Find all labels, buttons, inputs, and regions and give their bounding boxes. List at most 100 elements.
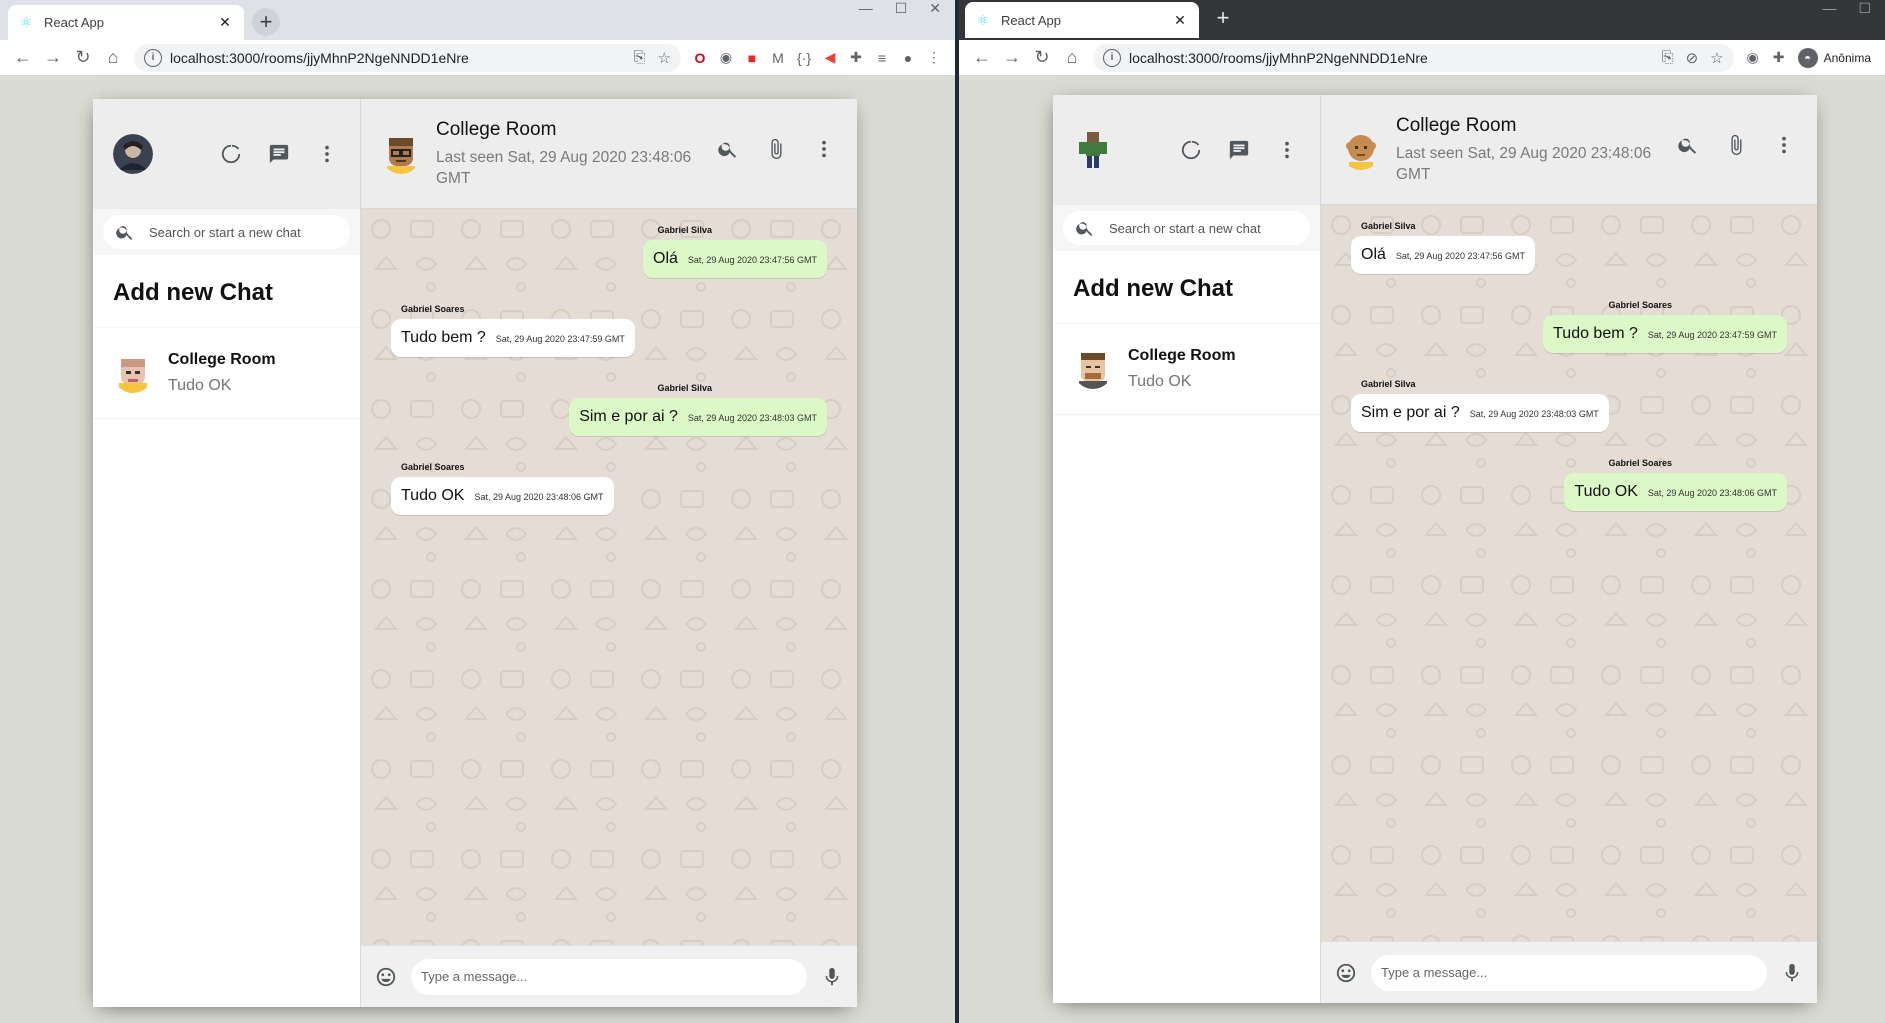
reload-icon[interactable]: ↻ [68,43,98,73]
address-bar[interactable]: i localhost:3000/rooms/jjyMhnP2NgeNNDD1e… [1093,43,1734,72]
message-bubble[interactable]: Sim e por ai ? Sat, 29 Aug 2020 23:48:03 … [1351,394,1609,432]
bookmark-star-icon[interactable]: ☆ [658,49,671,67]
sidebar-chat-college-room[interactable]: College Room Tudo OK [93,328,360,419]
close-tab-icon[interactable]: ✕ [1171,12,1189,29]
add-new-chat-button[interactable]: Add new Chat [1053,251,1320,324]
message-bubble[interactable]: Tudo bem ? Sat, 29 Aug 2020 23:47:59 GMT [1543,315,1787,353]
message-text: Sim e por ai ? [1361,404,1460,421]
chat-title: College Room [1396,114,1517,136]
microphone-icon[interactable] [821,966,843,988]
more-vert-icon[interactable] [1274,137,1300,163]
extensions-puzzle-icon[interactable]: ✚ [843,45,869,71]
user-avatar[interactable] [113,134,153,174]
room-avatar[interactable] [381,133,421,174]
search-box [103,215,350,249]
sidebar: Add new Chat College Room Tudo OK [1053,95,1321,1003]
more-vert-icon[interactable] [314,141,340,167]
tracking-blocked-eye-icon[interactable]: ⊘ [1686,49,1699,67]
whatsapp-app: Add new Chat College Room Tudo OK Colleg… [93,99,857,1007]
status-icon[interactable] [1178,137,1204,163]
attach-file-icon[interactable] [763,136,789,162]
browser-toolbar: ← → ↻ ⌂ i localhost:3000/rooms/jjyMhnP2N… [0,40,955,76]
sidebar-chat-college-room[interactable]: College Room Tudo OK [1053,324,1320,415]
sidebar-header [93,99,360,209]
status-icon[interactable] [218,141,244,167]
extension-icon[interactable]: ◉ [1740,45,1766,71]
new-tab-button[interactable]: + [252,8,280,36]
microphone-icon[interactable] [1781,962,1803,984]
forward-icon[interactable]: → [38,43,68,73]
browser-tab[interactable]: ⚛ React App ✕ [965,2,1199,38]
message-input[interactable] [411,958,807,995]
message-text: Tudo bem ? [401,329,486,346]
close-window-icon[interactable]: ✕ [929,0,941,20]
opera-extension-icon[interactable]: O [687,45,713,71]
message-author: Gabriel Soares [401,304,465,314]
bookmark-star-icon[interactable]: ☆ [1710,49,1723,67]
more-vert-icon[interactable] [1771,132,1797,158]
translate-icon[interactable]: ⎘ [1662,49,1674,66]
home-icon[interactable]: ⌂ [98,43,128,73]
site-info-icon[interactable]: i [144,48,162,67]
extension-icon[interactable]: {·} [791,45,817,71]
translate-icon[interactable]: ⎘ [634,49,646,66]
message-author: Gabriel Soares [1608,458,1672,468]
incognito-profile-chip[interactable]: ◓ Anônima [1792,47,1877,68]
reload-icon[interactable]: ↻ [1027,43,1057,73]
message-bubble[interactable]: Olá Sat, 29 Aug 2020 23:47:56 GMT [1351,236,1535,274]
message-text: Tudo bem ? [1553,325,1638,342]
chat-title: College Room [436,118,557,140]
profile-avatar-icon[interactable]: ● [895,45,921,71]
address-bar[interactable]: i localhost:3000/rooms/jjyMhnP2NgeNNDD1e… [134,43,681,72]
media-queue-icon[interactable]: ≡ [869,45,895,71]
browser-menu-icon[interactable]: ⋮ [921,45,947,71]
room-avatar[interactable] [1341,129,1381,170]
extension-icon[interactable]: ◉ [713,45,739,71]
message-text: Olá [653,250,678,267]
search-icon[interactable] [1675,132,1701,158]
last-seen-text: Last seen Sat, 29 Aug 2020 23:48:06 GMT [436,148,692,187]
chat-icon[interactable] [1226,137,1252,163]
maximize-icon[interactable]: ☐ [1858,0,1871,20]
search-icon[interactable] [715,136,741,162]
message-bubble[interactable]: Olá Sat, 29 Aug 2020 23:47:56 GMT [643,240,827,278]
search-input[interactable] [149,224,338,240]
forward-icon[interactable]: → [997,43,1027,73]
message-bubble[interactable]: Tudo OK Sat, 29 Aug 2020 23:48:06 GMT [1564,473,1787,511]
extension-icon[interactable]: ◀ [817,45,843,71]
search-input[interactable] [1109,220,1298,236]
extension-icon[interactable]: ■ [739,45,765,71]
message-bubble[interactable]: Tudo OK Sat, 29 Aug 2020 23:48:06 GMT [391,477,614,515]
chat-body: Gabriel Silva Olá Sat, 29 Aug 2020 23:47:… [361,209,857,945]
tab-title: React App [44,15,104,30]
browser-window-right-incognito: ⚛ React App ✕ + — ☐ ← → ↻ ⌂ i localhost:… [959,0,1885,1023]
message-author: Gabriel Silva [657,225,712,235]
message-input[interactable] [1371,954,1767,991]
chat-icon[interactable] [266,141,292,167]
minimize-icon[interactable]: — [859,0,873,20]
message: Gabriel Soares Tudo bem ? Sat, 29 Aug 202… [1351,300,1787,353]
message-timestamp: Sat, 29 Aug 2020 23:47:59 GMT [495,334,625,344]
attach-file-icon[interactable] [1723,132,1749,158]
user-avatar[interactable] [1073,130,1113,170]
emoji-icon[interactable] [1335,962,1357,984]
message-bubble[interactable]: Tudo bem ? Sat, 29 Aug 2020 23:47:59 GMT [391,319,635,357]
close-tab-icon[interactable]: ✕ [216,14,234,31]
add-new-chat-button[interactable]: Add new Chat [93,255,360,328]
browser-tab[interactable]: ⚛ React App ✕ [8,5,244,40]
emoji-icon[interactable] [375,966,397,988]
maximize-icon[interactable]: ☐ [895,0,908,20]
room-avatar [113,353,153,393]
more-vert-icon[interactable] [811,136,837,162]
minimize-icon[interactable]: — [1822,0,1836,20]
extension-icon[interactable]: M [765,45,791,71]
new-tab-button[interactable]: + [1209,4,1237,32]
extensions-puzzle-icon[interactable]: ✚ [1766,45,1792,71]
site-info-icon[interactable]: i [1103,48,1121,67]
back-icon[interactable]: ← [967,43,997,73]
message-bubble[interactable]: Sim e por ai ? Sat, 29 Aug 2020 23:48:03 … [569,398,827,436]
tab-strip: ⚛ React App ✕ + — ☐ [959,0,1885,40]
search-icon [116,226,133,240]
home-icon[interactable]: ⌂ [1057,43,1087,73]
back-icon[interactable]: ← [8,43,38,73]
